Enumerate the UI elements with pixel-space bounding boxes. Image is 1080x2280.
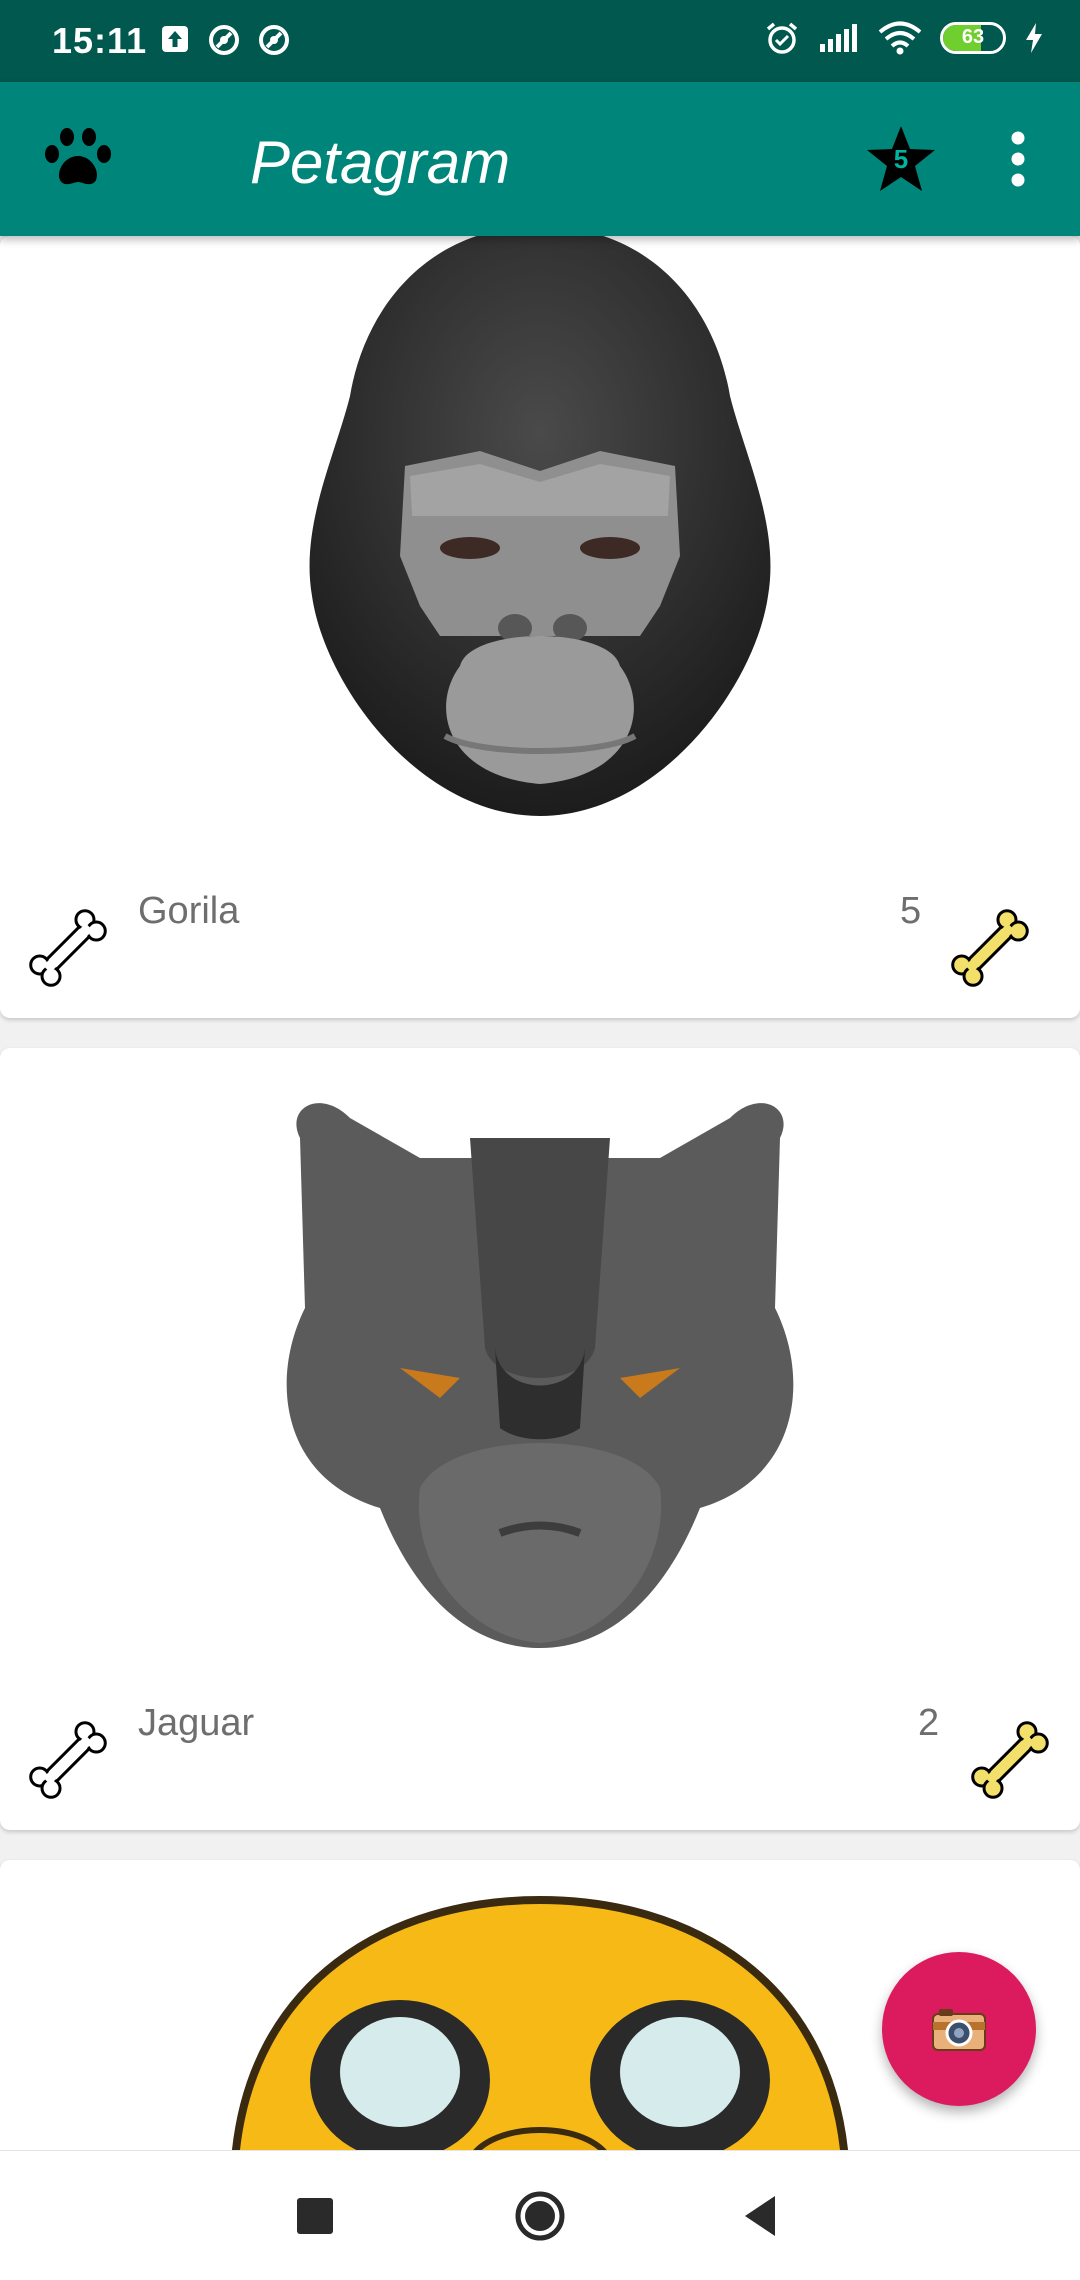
camera-fab[interactable] [882, 1952, 1036, 2106]
gorilla-face-image [309, 236, 771, 816]
battery-level: 63 [961, 26, 985, 48]
bone-outline-icon[interactable] [18, 1710, 118, 1810]
pet-name: Gorila [138, 890, 240, 932]
sync-icon [209, 25, 239, 55]
more-vert-icon[interactable] [996, 128, 1040, 190]
recents-square-icon[interactable] [280, 2181, 350, 2251]
system-icons: 63 [764, 20, 1044, 56]
favorites-count: 5 [893, 144, 909, 174]
battery-icon: 63 [940, 22, 1006, 54]
pet-card[interactable]: Jaguar 2 [0, 1048, 1080, 1830]
app-bar: Petagram 5 [0, 82, 1080, 236]
charging-icon [1026, 23, 1042, 53]
status-time: 15:11 [52, 20, 148, 61]
sync-icon [259, 25, 289, 55]
pet-card[interactable]: Gorila 5 [0, 236, 1080, 1018]
pet-name: Jaguar [138, 1702, 255, 1744]
status-bar: 15:11 63 [0, 0, 1080, 82]
signal-icon [820, 24, 857, 52]
bone-outline-icon[interactable] [18, 898, 118, 998]
pet-list[interactable]: Gorila 5 Jaguar 2 [0, 236, 1080, 2150]
wifi-icon [878, 21, 922, 55]
app-title: Petagram [250, 129, 511, 196]
upload-icon [162, 26, 188, 52]
like-count: 2 [918, 1702, 940, 1744]
bone-rating-icon [951, 909, 1029, 987]
alarm-icon [766, 22, 798, 54]
bone-rating-icon [971, 1721, 1049, 1799]
jaguar-face-image [286, 1103, 794, 1648]
system-nav-bar [0, 2150, 1080, 2280]
favorites-button[interactable]: 5 [864, 122, 938, 196]
back-triangle-icon[interactable] [725, 2181, 795, 2251]
paw-icon[interactable] [42, 126, 114, 190]
home-circle-icon[interactable] [505, 2181, 575, 2251]
camera-icon [932, 2009, 986, 2051]
notification-icons [160, 24, 290, 56]
like-count: 5 [900, 890, 922, 932]
